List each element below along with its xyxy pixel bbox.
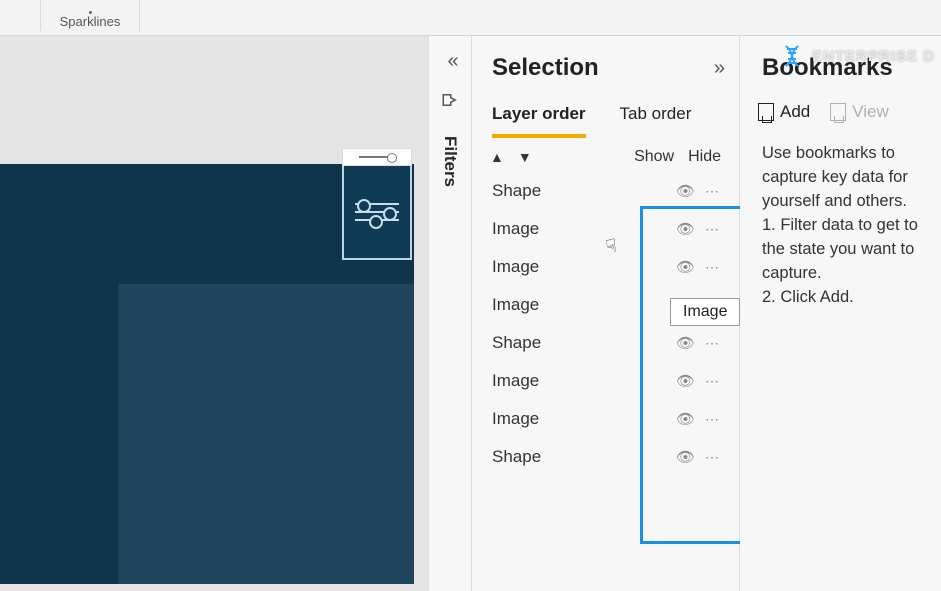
expand-filters-button[interactable]: « xyxy=(447,50,452,73)
filters-funnel-icon xyxy=(441,91,459,114)
slider-row-3[interactable] xyxy=(355,219,399,221)
bookmark-view-icon xyxy=(830,103,846,121)
bookmarks-help-text: Use bookmarks to capture key data for yo… xyxy=(740,132,941,309)
tab-layer-order[interactable]: Layer order xyxy=(492,104,586,138)
more-options-icon[interactable]: ⋯ xyxy=(705,183,721,200)
slicer-visual[interactable] xyxy=(342,164,412,260)
selection-pane-title: Selection xyxy=(492,54,599,82)
layer-item-label: Shape xyxy=(492,333,541,353)
bookmark-add-icon xyxy=(758,103,774,121)
add-bookmark-label: Add xyxy=(780,102,810,122)
main-row: « Filters Selection » Layer order Tab or… xyxy=(0,36,941,591)
canvas-shape[interactable] xyxy=(118,284,414,584)
more-options-icon[interactable]: ⋯ xyxy=(705,411,721,428)
layer-item-label: Image xyxy=(492,295,539,315)
slider-row-1[interactable] xyxy=(355,203,399,205)
layer-item-label: Image xyxy=(492,409,539,429)
more-options-icon[interactable]: ⋯ xyxy=(705,373,721,390)
more-options-icon[interactable]: ⋯ xyxy=(705,221,721,238)
canvas-column xyxy=(0,36,428,591)
layer-tooltip: Image xyxy=(670,298,740,326)
report-canvas[interactable] xyxy=(0,164,414,584)
layer-item[interactable]: Image 👁 ⋯ xyxy=(472,248,739,286)
visibility-toggle-icon[interactable]: 👁 xyxy=(676,220,695,238)
collapse-selection-button[interactable]: » xyxy=(714,57,719,80)
layer-item-label: Shape xyxy=(492,181,541,201)
visibility-toggle-icon[interactable]: 👁 xyxy=(676,258,695,276)
dna-logo-icon xyxy=(780,44,804,68)
bookmarks-help-line3: 2. Click Add. xyxy=(762,286,937,310)
visibility-toggle-icon[interactable]: 👁 xyxy=(676,334,695,352)
move-up-button[interactable]: ▲ xyxy=(490,149,504,165)
visibility-toggle-icon[interactable]: 👁 xyxy=(676,372,695,390)
slider-row-2[interactable] xyxy=(355,211,399,213)
visibility-toggle-icon[interactable]: 👁 xyxy=(676,410,695,428)
column-show-label: Show xyxy=(634,148,674,166)
slicer-header[interactable] xyxy=(342,148,412,166)
ribbon-group-label: Sparklines xyxy=(41,14,139,29)
layer-item-label: Image xyxy=(492,257,539,277)
layer-item[interactable]: Shape 👁 ⋯ xyxy=(472,172,739,210)
bookmarks-pane: Bookmarks Add View Use bookmarks to capt… xyxy=(740,36,941,591)
layer-item-label: Image xyxy=(492,371,539,391)
slider-mini-icon xyxy=(359,156,395,158)
visibility-toggle-icon[interactable]: 👁 xyxy=(676,182,695,200)
layer-item[interactable]: Image 👁 ⋯ xyxy=(472,362,739,400)
selection-pane: Selection » Layer order Tab order ▲ ▼ Sh… xyxy=(472,36,740,591)
watermark: ENTERPRISE D xyxy=(780,44,935,68)
layer-item[interactable]: Image 👁 ⋯ xyxy=(472,400,739,438)
tab-tab-order[interactable]: Tab order xyxy=(620,104,692,138)
bookmarks-help-line1: Use bookmarks to capture key data for yo… xyxy=(762,142,937,214)
ribbon-group-sparklines[interactable]: Sparklines xyxy=(40,0,140,31)
more-options-icon[interactable]: ⋯ xyxy=(705,335,721,352)
view-bookmark-button: View xyxy=(830,102,889,122)
layer-item-label: Shape xyxy=(492,447,541,467)
view-bookmark-label: View xyxy=(852,102,889,122)
more-options-icon[interactable]: ⋯ xyxy=(705,449,721,466)
ribbon-area: Sparklines xyxy=(0,0,941,36)
move-down-button[interactable]: ▼ xyxy=(518,149,532,165)
filters-label: Filters xyxy=(440,136,460,187)
add-bookmark-button[interactable]: Add xyxy=(758,102,810,122)
bookmarks-help-line2: 1. Filter data to get to the state you w… xyxy=(762,214,937,286)
filters-pane-collapsed: « Filters xyxy=(428,36,472,591)
layer-item-label: Image xyxy=(492,219,539,239)
column-hide-label: Hide xyxy=(688,148,721,166)
layer-item[interactable]: Shape 👁 ⋯ xyxy=(472,324,739,362)
visibility-toggle-icon[interactable]: 👁 xyxy=(676,448,695,466)
more-options-icon[interactable]: ⋯ xyxy=(705,259,721,276)
watermark-text: ENTERPRISE D xyxy=(812,48,935,65)
layer-item[interactable]: Shape 👁 ⋯ xyxy=(472,438,739,476)
